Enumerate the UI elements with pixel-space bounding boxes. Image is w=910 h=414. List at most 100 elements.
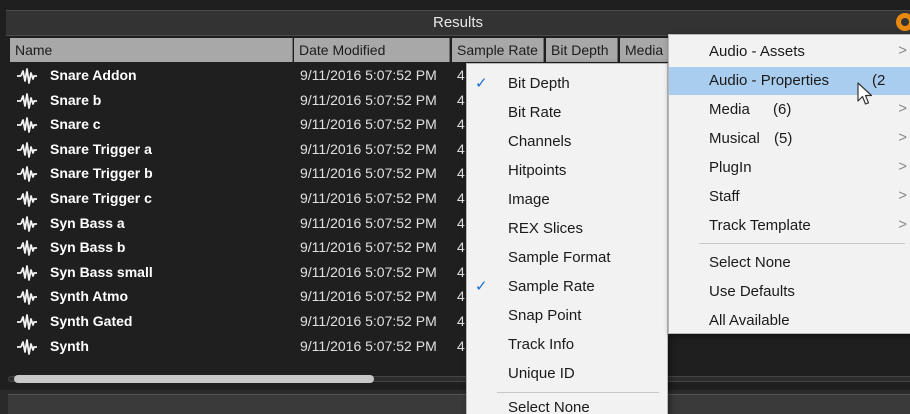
column-header-sample-rate[interactable]: Sample Rate [452,38,544,62]
waveform-icon [17,166,37,183]
row-name: Snare Addon [50,67,137,83]
row-name: Snare c [50,116,101,133]
menu-item-plugin[interactable]: PlugIn > [669,154,910,182]
gear-icon[interactable] [896,13,910,31]
menu-item-count: (6) [773,101,792,118]
table-row[interactable]: Snare Trigger b 9/11/2016 5:07:52 PM 4 [10,162,470,187]
mouse-pointer-icon [857,82,873,105]
row-sample-rate: 4 [457,67,465,83]
row-sample-rate: 4 [457,239,465,256]
menu-item-label: PlugIn [709,159,752,176]
row-date: 9/11/2016 5:07:52 PM [300,214,437,231]
table-row[interactable]: Snare b 9/11/2016 5:07:52 PM 4 [10,89,470,114]
row-name: Synth Gated [50,312,133,329]
menu-item-label: All Available [709,312,790,329]
menu-item-bit-rate[interactable]: Bit Rate [467,99,667,127]
menu-item-bit-depth[interactable]: ✓ Bit Depth [467,70,667,98]
table-row[interactable]: Synth Atmo 9/11/2016 5:07:52 PM 4 [10,285,470,310]
menu-item-select-none[interactable]: Select None [467,394,667,414]
menu-item-label: Bit Depth [508,75,570,92]
panel-title: Results [432,14,484,31]
menu-item-label: Snap Point [508,307,582,324]
menu-item-track-template[interactable]: Track Template > [669,212,910,240]
menu-item-unique-id[interactable]: Unique ID [467,360,667,388]
table-row[interactable]: Snare c 9/11/2016 5:07:52 PM 4 [10,113,470,138]
table-row[interactable]: Snare Addon 9/11/2016 5:07:52 PM 4 [10,64,470,89]
chevron-right-icon: > [898,42,907,59]
menu-item-all-available[interactable]: All Available [669,307,910,335]
waveform-icon [17,68,37,84]
scrollbar-thumb[interactable] [14,375,374,383]
menu-item-snap-point[interactable]: Snap Point [467,302,667,330]
menu-item-use-defaults[interactable]: Use Defaults [669,278,910,306]
row-name: Syn Bass a [50,214,125,231]
waveform-icon [17,314,37,330]
menu-item-label: Track Info [508,336,575,353]
category-menu: Audio - Assets > Audio - Properties (2 Media… [668,34,910,334]
table-row[interactable]: Syn Bass small 9/11/2016 5:07:52 PM 4 [10,261,470,286]
menu-item-audio-assets[interactable]: Audio - Assets > [669,38,910,66]
row-date: 9/11/2016 5:07:52 PM [300,189,437,206]
waveform-icon [17,338,37,355]
menu-item-label: Image [508,191,550,208]
row-name: Snare Trigger c [50,189,152,206]
menu-item-sample-format[interactable]: Sample Format [467,244,667,272]
row-sample-rate: 4 [457,140,465,157]
menu-item-label: Media [709,101,750,118]
menu-item-image[interactable]: Image [467,186,667,214]
row-sample-rate: 4 [457,189,465,206]
table-row[interactable]: Snare Trigger a 9/11/2016 5:07:52 PM 4 [10,138,470,163]
table-row[interactable]: Synth Gated 9/11/2016 5:07:52 PM 4 [10,310,470,335]
row-sample-rate: 4 [457,288,465,305]
row-date: 9/11/2016 5:07:52 PM [300,140,437,157]
menu-item-label: Bit Rate [508,104,562,121]
menu-item-label: Sample Format [508,249,611,266]
checkmark-icon: ✓ [475,278,488,295]
row-date: 9/11/2016 5:07:52 PM [300,165,437,182]
waveform-icon [17,117,37,134]
table-row[interactable]: Synth 9/11/2016 5:07:52 PM 4 [10,335,470,360]
table-row[interactable]: Syn Bass b 9/11/2016 5:07:52 PM 4 [10,236,470,261]
waveform-icon [17,141,37,158]
menu-item-track-info[interactable]: Track Info [467,331,667,359]
menu-item-staff[interactable]: Staff > [669,183,910,211]
row-date: 9/11/2016 5:07:52 PM [300,239,437,256]
row-date: 9/11/2016 5:07:52 PM [300,288,437,305]
waveform-icon [17,191,37,207]
menu-item-label: Hitpoints [508,162,567,179]
menu-item-hitpoints[interactable]: Hitpoints [467,157,667,185]
menu-item-sample-rate[interactable]: ✓ Sample Rate [467,273,667,301]
row-date: 9/11/2016 5:07:52 PM [300,263,437,280]
column-header-bit-depth[interactable]: Bit Depth [546,38,618,62]
menu-item-select-none[interactable]: Select None [669,249,910,277]
row-name: Synth Atmo [50,288,129,305]
menu-item-label: Track Template [709,217,811,234]
menu-item-count: (5) [774,130,793,147]
menu-item-label: Sample Rate [508,278,595,295]
menu-item-channels[interactable]: Channels [467,128,667,156]
menu-item-label: Select None [508,399,590,414]
menu-item-label: REX Slices [508,220,584,237]
menu-item-label: Audio - Properties [709,72,830,89]
row-name: Snare Trigger b [50,165,153,182]
column-header-name[interactable]: Name [10,38,293,62]
row-sample-rate: 4 [457,263,465,280]
row-date: 9/11/2016 5:07:52 PM [300,67,437,83]
waveform-icon [17,264,37,281]
column-header-date-modified[interactable]: Date Modified [294,38,450,62]
menu-item-musical[interactable]: Musical (5) > [669,125,910,153]
chevron-right-icon: > [898,187,907,204]
menu-item-label: Musical [709,130,760,147]
table-row[interactable]: Syn Bass a 9/11/2016 5:07:52 PM 4 [10,212,470,237]
chevron-right-icon: > [898,158,907,175]
menu-item-rex-slices[interactable]: REX Slices [467,215,667,243]
row-sample-rate: 4 [457,91,465,108]
property-submenu: ✓ Bit Depth Bit Rate Channels Hitpoints Image… [466,63,668,414]
row-name: Syn Bass b [50,239,126,256]
menu-item-label: Staff [709,188,740,205]
horizontal-scrollbar[interactable] [8,374,910,384]
chevron-right-icon: > [898,216,907,233]
row-sample-rate: 4 [457,312,465,329]
menu-item-label: Unique ID [508,365,575,382]
table-row[interactable]: Snare Trigger c 9/11/2016 5:07:52 PM 4 [10,187,470,212]
